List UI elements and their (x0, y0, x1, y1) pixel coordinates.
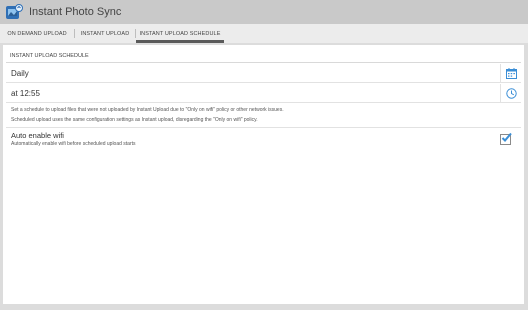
title-bar: Instant Photo Sync (0, 0, 528, 24)
tab-on-demand-upload[interactable]: ON DEMAND UPLOAD (0, 24, 74, 43)
auto-enable-wifi-subtitle: Automatically enable wifi before schedul… (11, 141, 136, 147)
section-title: INSTANT UPLOAD SCHEDULE (10, 53, 89, 59)
calendar-button[interactable] (500, 64, 521, 82)
app-title: Instant Photo Sync (29, 6, 122, 18)
auto-enable-wifi-checkbox[interactable] (500, 132, 512, 145)
auto-enable-wifi-title: Auto enable wifi (11, 131, 64, 140)
clock-button[interactable] (500, 84, 521, 102)
tab-label: INSTANT UPLOAD SCHEDULE (139, 30, 221, 37)
clock-icon (505, 87, 517, 99)
tab-bar: ON DEMAND UPLOAD INSTANT UPLOAD INSTANT … (0, 24, 528, 43)
time-value: at 12:55 (11, 88, 40, 98)
schedule-panel: INSTANT UPLOAD SCHEDULE Daily at 12:55 S… (3, 45, 524, 304)
selected-tab-indicator (136, 40, 224, 43)
checkmark-icon (501, 132, 512, 142)
description-divider (6, 111, 521, 128)
calendar-icon (505, 67, 517, 79)
tab-label: INSTANT UPLOAD (80, 30, 130, 37)
tab-instant-upload-schedule[interactable]: INSTANT UPLOAD SCHEDULE (136, 24, 224, 43)
time-row[interactable]: at 12:55 (6, 84, 521, 103)
frequency-value: Daily (11, 68, 29, 78)
tab-label: ON DEMAND UPLOAD (7, 30, 67, 37)
photo-sync-app-icon[interactable] (6, 3, 23, 21)
frequency-row[interactable]: Daily (6, 64, 521, 83)
tab-instant-upload[interactable]: INSTANT UPLOAD (75, 24, 135, 43)
section-divider (6, 62, 521, 63)
